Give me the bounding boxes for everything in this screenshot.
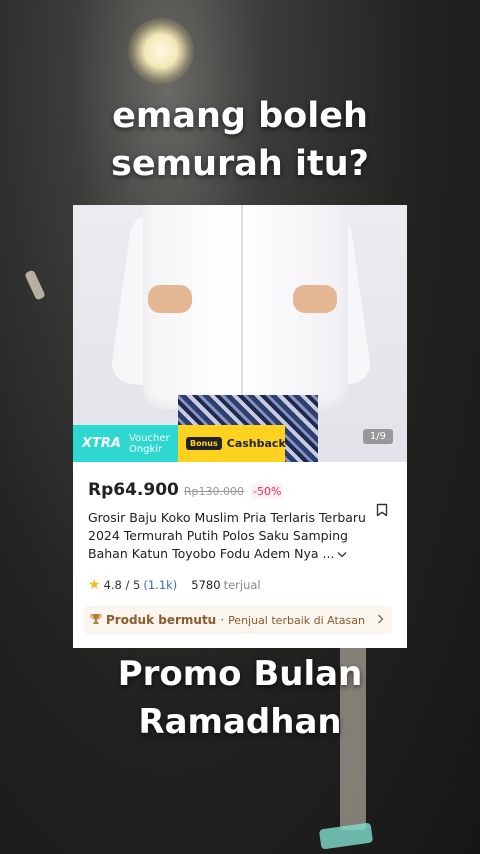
bonus-pill: Bonus [186,437,222,450]
chevron-right-icon[interactable] [377,613,384,627]
light-streak [24,269,46,301]
caption-bottom-line: Ramadhan [138,702,342,742]
quality-banner[interactable]: Produk bermutu · Penjual terbaik di Atas… [84,606,392,634]
rating-row: ★ 4.8 / 5 (1.1k) 5780 terjual [88,577,261,593]
current-price: Rp64.900 [88,480,179,500]
quality-subtitle: Penjual terbaik di Atasan [228,613,365,627]
product-image[interactable]: XTRA Voucher Ongkir Bonus Cashback 1/9 [73,205,407,462]
light-streak [318,822,374,850]
light-glare [128,18,194,84]
caption-bottom-line: Promo Bulan [117,654,363,694]
trophy-icon [90,613,102,628]
shirt-placket [241,205,243,405]
xtra-line: Voucher [128,432,170,444]
rating-count[interactable]: (1.1k) [143,578,177,592]
caption-top-line: semurah itu? [111,144,369,184]
xtra-line: Ongkir [128,443,163,455]
sold-count: 5780 [191,578,221,592]
image-counter: 1/9 [362,429,393,444]
hand [293,285,337,313]
caption-top-line: emang boleh [112,96,368,136]
quality-title: Produk bermutu [106,613,217,627]
bonus-cashback-badge: Bonus Cashback [178,425,286,462]
original-price: Rp130.000 [183,485,244,498]
product-card[interactable]: XTRA Voucher Ongkir Bonus Cashback 1/9 R… [73,205,407,648]
xtra-voucher-text: Voucher Ongkir [129,433,170,455]
bookmark-icon[interactable] [376,502,388,521]
product-title[interactable]: Grosir Baju Koko Muslim Pria Terlaris Te… [88,509,370,565]
rating-value: 4.8 / 5 [103,578,141,592]
hand [148,285,192,313]
caption-bottom: Promo Bulan Ramadhan [0,650,480,746]
price-row: Rp64.900 Rp130.000 -50% [88,480,284,500]
star-icon: ★ [88,577,101,593]
xtra-voucher-badge: XTRA Voucher Ongkir [73,425,178,462]
product-title-text: Grosir Baju Koko Muslim Pria Terlaris Te… [88,510,366,561]
sold-label: terjual [223,578,261,592]
cashback-text: Cashback [226,437,286,450]
quality-separator: · [220,613,225,627]
xtra-logo: XTRA [82,436,121,451]
caption-top: emang boleh semurah itu? [0,92,480,188]
chevron-down-icon[interactable] [337,547,347,565]
discount-badge: -50% [251,484,284,499]
